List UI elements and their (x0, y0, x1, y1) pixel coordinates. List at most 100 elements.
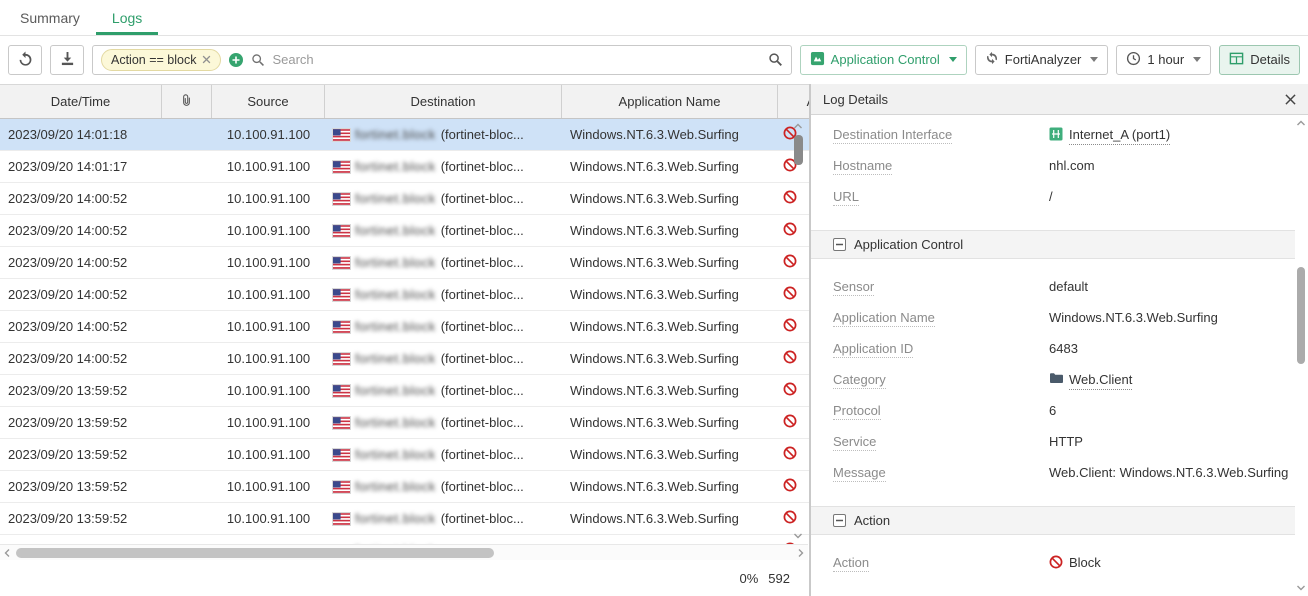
detail-value[interactable]: Internet_A (port1) (1049, 119, 1295, 145)
table-horizontal-scrollbar[interactable] (0, 544, 808, 560)
cell-application: Windows.NT.6.3.Web.Surfing (562, 151, 778, 182)
destination-redacted-text: fortinet.block (355, 159, 436, 174)
table-row[interactable]: 2023/09/20 13:59:52 10.100.91.100 fortin… (0, 471, 809, 503)
cell-datetime: 2023/09/20 13:59:52 (0, 439, 162, 470)
us-flag-icon (333, 417, 350, 429)
fortianalyzer-dropdown[interactable]: FortiAnalyzer (975, 45, 1109, 75)
destination-text: (fortinet-bloc... (441, 223, 524, 238)
collapse-icon[interactable] (833, 238, 846, 251)
collapse-icon[interactable] (833, 514, 846, 527)
scroll-up-icon[interactable] (791, 120, 805, 132)
tab-bar: Summary Logs (0, 0, 1308, 36)
table-row[interactable]: 2023/09/20 14:01:17 10.100.91.100 fortin… (0, 151, 809, 183)
destination-text: (fortinet-bloc... (441, 479, 524, 494)
cell-destination: fortinet.block (fortinet-bloc... (325, 311, 562, 342)
destination-redacted-text: fortinet.block (355, 511, 436, 526)
cell-destination: fortinet.block (fortinet-bloc... (325, 215, 562, 246)
table-row[interactable]: 2023/09/20 13:59:52 10.100.91.100 fortin… (0, 375, 809, 407)
filter-pill[interactable]: Action == block (101, 49, 221, 71)
table-row[interactable]: 2023/09/20 14:00:52 10.100.91.100 fortin… (0, 279, 809, 311)
header-action[interactable]: Acti (778, 85, 809, 118)
close-icon[interactable] (1285, 94, 1296, 105)
destination-text: (fortinet-bloc... (441, 383, 524, 398)
refresh-button[interactable] (8, 45, 42, 75)
scroll-down-icon[interactable] (791, 530, 805, 542)
table-row[interactable]: 2023/09/20 13:59:52 10.100.91.100 fortin… (0, 439, 809, 471)
cell-source: 10.100.91.100 (212, 535, 325, 544)
cell-destination: fortinet.block (fortinet-bloc... (325, 151, 562, 182)
cell-destination: fortinet.block (fortinet-bloc... (325, 119, 562, 150)
detail-value: Block (1049, 547, 1295, 572)
details-toggle-button[interactable]: Details (1219, 45, 1300, 75)
header-application[interactable]: Application Name (562, 85, 778, 118)
cell-application: Windows.NT.6.3.Web.Surfing (562, 215, 778, 246)
cell-attachment (162, 311, 212, 342)
scroll-right-icon[interactable] (794, 547, 808, 559)
scroll-up-icon[interactable] (1294, 117, 1308, 129)
application-control-dropdown[interactable]: Application Control (800, 45, 967, 75)
scroll-down-icon[interactable] (1294, 582, 1308, 594)
us-flag-icon (333, 321, 350, 333)
scroll-left-icon[interactable] (0, 547, 14, 559)
table-row[interactable]: 2023/09/20 14:00:52 10.100.91.100 fortin… (0, 311, 809, 343)
fortianalyzer-label: FortiAnalyzer (1005, 52, 1082, 67)
search-bar[interactable]: Action == block (92, 45, 792, 75)
destination-text: (fortinet-bloc... (441, 127, 524, 142)
cell-destination: fortinet.block (fortinet-bloc... (325, 471, 562, 502)
filter-search-icon[interactable] (251, 53, 265, 67)
header-source[interactable]: Source (212, 85, 325, 118)
cell-application: Windows.NT.6.3.Web.Surfing (562, 439, 778, 470)
table-row[interactable]: 2023/09/20 14:00:52 10.100.91.100 fortin… (0, 215, 809, 247)
table-row[interactable]: 2023/09/20 13:59:52 10.100.91.100 fortin… (0, 407, 809, 439)
table-row[interactable]: 2023/09/20 14:00:52 10.100.91.100 fortin… (0, 343, 809, 375)
cell-source: 10.100.91.100 (212, 151, 325, 182)
destination-redacted-text: fortinet.block (355, 351, 436, 366)
application-control-icon (810, 51, 825, 69)
cell-datetime: 2023/09/20 13:59:52 (0, 375, 162, 406)
detail-label: Application Name (833, 302, 1049, 327)
time-range-dropdown[interactable]: 1 hour (1116, 45, 1211, 75)
log-table-header: Date/Time Source Destination Application… (0, 84, 809, 119)
cell-attachment (162, 183, 212, 214)
section-title: Action (854, 513, 890, 528)
details-scroll-thumb[interactable] (1297, 267, 1305, 364)
detail-value[interactable]: Web.Client (1049, 364, 1295, 390)
add-filter-icon[interactable] (228, 52, 244, 68)
details-section-header[interactable]: Application Control (811, 230, 1295, 259)
header-datetime[interactable]: Date/Time (0, 85, 162, 118)
cell-source: 10.100.91.100 (212, 471, 325, 502)
sync-icon (985, 51, 999, 68)
horizontal-scroll-thumb[interactable] (16, 548, 494, 558)
us-flag-icon (333, 193, 350, 205)
table-row[interactable]: 2023/09/20 13:59:52 10.100.91.100 fortin… (0, 503, 809, 535)
details-scrollbar[interactable] (1295, 117, 1307, 594)
detail-value: / (1049, 181, 1295, 206)
table-row[interactable]: 2023/09/20 14:01:18 10.100.91.100 fortin… (0, 119, 809, 151)
table-row[interactable]: 2023/09/20 14:00:52 10.100.91.100 fortin… (0, 247, 809, 279)
table-row[interactable]: 2023/09/20 13:58:52 10.100.91.100 fortin… (0, 535, 809, 544)
header-attachment[interactable] (162, 85, 212, 118)
horizontal-scroll-track[interactable] (14, 545, 794, 560)
vertical-scroll-thumb[interactable] (794, 135, 803, 165)
detail-value: Web.Client: Windows.NT.6.3.Web.Surfing (1049, 457, 1295, 482)
cell-attachment (162, 471, 212, 502)
cell-attachment (162, 151, 212, 182)
search-submit-icon[interactable] (768, 52, 783, 67)
header-destination[interactable]: Destination (325, 85, 562, 118)
tab-summary[interactable]: Summary (4, 0, 96, 35)
cell-application: Windows.NT.6.3.Web.Surfing (562, 471, 778, 502)
cell-attachment (162, 215, 212, 246)
cell-datetime: 2023/09/20 13:58:52 (0, 535, 162, 544)
detail-label: Message (833, 457, 1049, 482)
details-section-header[interactable]: Action (811, 506, 1295, 535)
tab-logs[interactable]: Logs (96, 0, 158, 35)
table-row[interactable]: 2023/09/20 14:00:52 10.100.91.100 fortin… (0, 183, 809, 215)
download-button[interactable] (50, 45, 84, 75)
table-vertical-scrollbar[interactable] (791, 120, 805, 542)
cell-destination: fortinet.block (fortinet-bloc... (325, 375, 562, 406)
status-progress: 0% (740, 571, 759, 586)
search-input[interactable] (272, 52, 760, 67)
filter-pill-close-icon[interactable] (202, 55, 211, 64)
detail-value: 6 (1049, 395, 1295, 420)
paperclip-icon (180, 94, 193, 110)
